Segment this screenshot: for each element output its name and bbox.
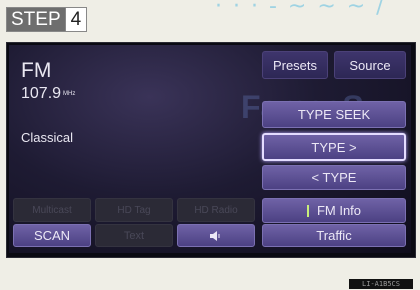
speaker-icon xyxy=(210,230,220,241)
step-label: STEP 4 xyxy=(6,7,88,32)
fm-info-label: FM Info xyxy=(316,203,362,218)
type-seek-button[interactable]: TYPE SEEK xyxy=(262,101,406,128)
hd-tag-button[interactable]: HD Tag xyxy=(95,198,173,222)
scan-button[interactable]: SCAN xyxy=(13,224,91,247)
sound-button[interactable] xyxy=(177,224,255,247)
fm-info-button[interactable]: FM Info xyxy=(262,198,406,223)
frequency-value: 107.9 xyxy=(21,85,62,102)
presets-button[interactable]: Presets xyxy=(262,51,328,79)
frequency-unit: MHz xyxy=(63,90,76,97)
type-next-button[interactable]: TYPE > xyxy=(262,133,406,161)
traffic-button[interactable]: Traffic xyxy=(262,224,406,247)
source-button[interactable]: Source xyxy=(334,51,406,79)
step-number: 4 xyxy=(64,8,87,31)
genre-label: Classical xyxy=(21,130,74,145)
decorative-header-glyphs: · · · - ~ ~ ~ / xyxy=(215,0,386,19)
multicast-button[interactable]: Multicast xyxy=(13,198,91,222)
fm-indicator-icon xyxy=(306,204,309,217)
audio-screen: FM 107.9MHz Classical FamasS Presets Sou… xyxy=(6,42,416,258)
band-label: FM xyxy=(21,59,52,82)
screen-display: FM 107.9MHz Classical FamasS Presets Sou… xyxy=(9,45,411,253)
text-button[interactable]: Text xyxy=(95,224,173,247)
step-word: STEP xyxy=(7,8,65,31)
hd-radio-button[interactable]: HD Radio xyxy=(177,198,255,222)
type-prev-button[interactable]: < TYPE xyxy=(262,165,406,190)
image-caption: LI-A1B5CS xyxy=(349,279,413,289)
frequency-display: 107.9 MHz xyxy=(21,85,75,103)
